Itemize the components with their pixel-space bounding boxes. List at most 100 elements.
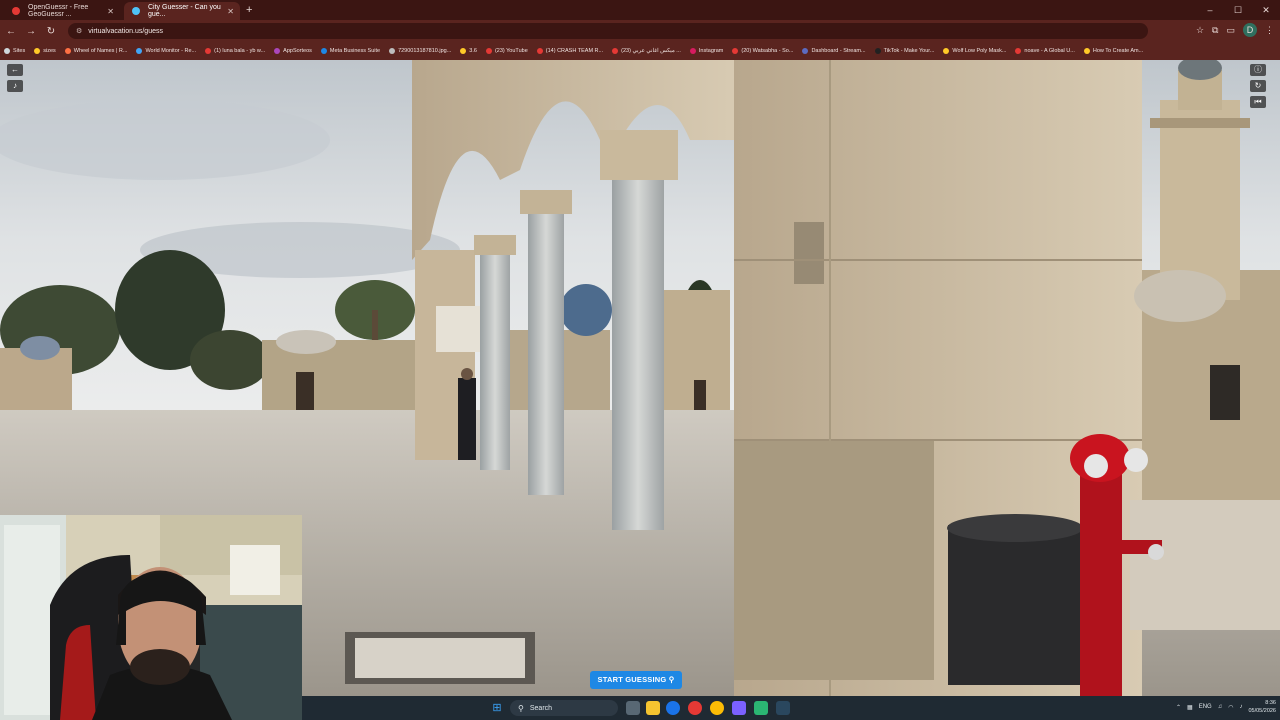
bookmark-label: sizes xyxy=(43,48,56,54)
bookmark-label: (23) YouTube xyxy=(494,48,528,54)
bookmark-favicon-icon xyxy=(389,48,396,54)
bookmark-label: Wheel of Names | R... xyxy=(73,48,128,54)
info-icon[interactable]: ⓘ xyxy=(1250,64,1266,76)
address-bar[interactable]: ⚙ virtualvacation.us/guess xyxy=(68,23,1148,39)
bookmark-label: Instagram xyxy=(698,48,724,54)
minimize-icon[interactable]: – xyxy=(1196,5,1224,15)
bookmark-favicon-icon xyxy=(485,48,492,54)
bookmark-favicon-icon xyxy=(205,48,212,54)
map-pin-icon: ⚲ xyxy=(668,675,675,684)
bookmark-favicon-icon xyxy=(612,48,619,54)
webcam-overlay xyxy=(0,515,302,720)
bookmark-item[interactable]: sizes xyxy=(34,48,56,54)
system-tray: ⌃ ▦ ENG ♫ ◠ ♪ 8:36 05/05/2026 xyxy=(1176,699,1276,715)
window-controls: – ☐ ✕ xyxy=(1196,0,1280,20)
chrome-browser-icon[interactable] xyxy=(710,701,724,715)
new-tab-button[interactable]: + xyxy=(246,2,252,20)
bookmark-label: (1) luna bala - yb w... xyxy=(214,48,266,54)
back-icon[interactable]: ← xyxy=(2,26,20,37)
profile-avatar[interactable]: D xyxy=(1243,23,1257,37)
bookmark-item[interactable]: Wolf Low Poly Mask... xyxy=(943,48,1006,54)
bookmark-favicon-icon xyxy=(536,48,543,54)
bookmark-label: (23) ميكس اغاني عربي ... xyxy=(621,48,681,54)
start-guessing-label: START GUESSING xyxy=(597,675,667,684)
bookmark-item[interactable]: (23) ميكس اغاني عربي ... xyxy=(612,48,681,54)
bookmark-favicon-icon xyxy=(4,48,10,54)
bookmark-item[interactable]: Dashboard - Stream... xyxy=(802,48,866,54)
bookmark-item[interactable]: 3.6 xyxy=(460,48,477,54)
close-icon[interactable]: ✕ xyxy=(107,7,114,16)
bookmark-label: Meta Business Suite xyxy=(329,48,381,54)
bookmark-item[interactable]: Wheel of Names | R... xyxy=(64,48,128,54)
menu-icon[interactable]: ⋮ xyxy=(1265,25,1274,36)
bookmark-item[interactable]: AppSorteos xyxy=(274,48,312,54)
forward-icon[interactable]: → xyxy=(22,26,40,37)
wifi-icon[interactable]: ◠ xyxy=(1228,704,1233,711)
bookmark-favicon-icon xyxy=(34,48,41,54)
browser-tab-strip: OpenGuessr - Free GeoGuessr ... ✕ City G… xyxy=(0,0,1280,20)
steam-icon[interactable] xyxy=(776,701,790,715)
file-explorer-icon[interactable] xyxy=(646,701,660,715)
bookmark-item[interactable]: TikTok - Make Your... xyxy=(874,48,935,54)
bookmark-favicon-icon xyxy=(1083,48,1090,54)
bookmark-item[interactable]: (14) CRASH TEAM R... xyxy=(536,48,603,54)
refresh-icon[interactable]: ↻ xyxy=(1250,80,1266,92)
bookmark-item[interactable]: (1) luna bala - yb w... xyxy=(205,48,265,54)
close-window-icon[interactable]: ✕ xyxy=(1252,5,1280,16)
bookmark-item[interactable]: noave - A Global U... xyxy=(1015,48,1075,54)
bookmark-item[interactable]: (23) YouTube xyxy=(485,48,528,54)
bookmark-item[interactable]: How To Create Am... xyxy=(1083,48,1144,54)
clock-date: 05/05/2026 xyxy=(1248,708,1276,714)
task-view-icon[interactable] xyxy=(626,701,640,715)
close-icon[interactable]: ✕ xyxy=(227,7,234,16)
taskbar-search[interactable]: ⚲ Search xyxy=(510,700,618,716)
start-guessing-button[interactable]: START GUESSING ⚲ xyxy=(590,671,682,689)
tab-label: City Guesser - Can you gue... xyxy=(148,4,221,18)
bookmark-favicon-icon xyxy=(1015,48,1022,54)
maximize-icon[interactable]: ☐ xyxy=(1224,5,1252,16)
bookmark-label: noave - A Global U... xyxy=(1024,48,1075,54)
bookmark-label: AppSorteos xyxy=(283,48,312,54)
back-arrow-icon[interactable]: ← xyxy=(7,64,23,76)
bookmark-label: Sites xyxy=(13,48,26,54)
bookmark-label: TikTok - Make Your... xyxy=(883,48,935,54)
webcam-image xyxy=(0,515,302,720)
edge-browser-icon[interactable] xyxy=(666,701,680,715)
skip-back-icon[interactable]: ⏮ xyxy=(1250,96,1266,108)
bookmark-item[interactable]: (20) Watsabha - So... xyxy=(732,48,793,54)
discord-icon[interactable] xyxy=(732,701,746,715)
bookmark-favicon-icon xyxy=(732,48,739,54)
cityguesser-favicon-icon xyxy=(132,7,140,15)
speaker-icon[interactable]: ♪ xyxy=(1239,704,1242,710)
site-info-icon[interactable]: ⚙ xyxy=(76,27,82,35)
bookmark-favicon-icon xyxy=(802,48,809,54)
tab-cityguesser[interactable]: City Guesser - Can you gue... ✕ xyxy=(124,2,240,20)
volume-icon[interactable]: ♪ xyxy=(7,80,23,92)
network-icon[interactable]: ▦ xyxy=(1187,704,1193,711)
opera-browser-icon[interactable] xyxy=(688,701,702,715)
mic-icon[interactable]: ♫ xyxy=(1218,704,1223,710)
bookmark-label: World Monitor - Re... xyxy=(145,48,197,54)
bookmark-item[interactable]: Instagram xyxy=(689,48,724,54)
bookmark-label: How To Create Am... xyxy=(1092,48,1144,54)
bookmark-label: Wolf Low Poly Mask... xyxy=(952,48,1007,54)
bookmark-item[interactable]: 7290013187810.jpg... xyxy=(389,48,451,54)
bookmark-favicon-icon xyxy=(689,48,696,54)
sidebar-icon[interactable]: ▭ xyxy=(1226,25,1235,36)
app-icon[interactable] xyxy=(754,701,768,715)
browser-toolbar: ← → ↻ ⚙ virtualvacation.us/guess ☆ ⧉ ▭ D… xyxy=(0,20,1280,42)
star-icon[interactable]: ☆ xyxy=(1196,25,1204,36)
windows-start-icon[interactable]: ⊞ xyxy=(490,701,504,715)
chevron-up-icon[interactable]: ⌃ xyxy=(1176,704,1181,711)
reload-icon[interactable]: ↻ xyxy=(42,26,60,37)
tab-openguessr[interactable]: OpenGuessr - Free GeoGuessr ... ✕ xyxy=(4,2,120,20)
bookmark-item[interactable]: Sites xyxy=(4,48,25,54)
bookmark-item[interactable]: Meta Business Suite xyxy=(320,48,381,54)
bookmarks-bar: Sites sizes Wheel of Names | R... World Mon… xyxy=(0,42,1280,60)
bookmark-favicon-icon xyxy=(460,48,467,54)
language-indicator[interactable]: ENG xyxy=(1199,704,1212,710)
extensions-icon[interactable]: ⧉ xyxy=(1212,25,1218,36)
toolbar-actions: ☆ ⧉ ▭ D ⋮ xyxy=(1196,23,1274,37)
bookmark-item[interactable]: World Monitor - Re... xyxy=(136,48,196,54)
clock[interactable]: 8:36 05/05/2026 xyxy=(1248,699,1276,715)
